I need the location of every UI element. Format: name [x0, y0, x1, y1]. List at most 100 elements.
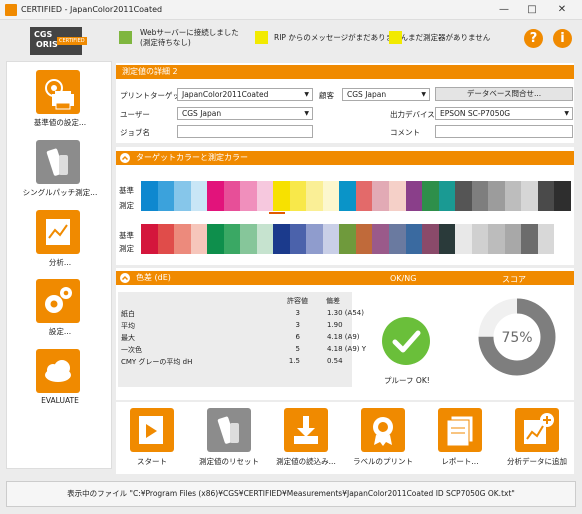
- color-patch[interactable]: [240, 224, 257, 254]
- add-analysis-icon: [515, 408, 559, 452]
- color-patch[interactable]: [405, 224, 423, 254]
- color-patch[interactable]: [422, 224, 439, 254]
- web-status-text: Webサーバーに接続しました (測定待ちなし): [140, 28, 239, 47]
- measured-label-1: 測定: [119, 201, 134, 210]
- proof-ok-text: プルーフ OK!: [384, 376, 430, 385]
- color-patch[interactable]: [157, 181, 175, 211]
- color-patch[interactable]: [174, 181, 191, 211]
- delta-row-label: 紙白: [121, 310, 135, 318]
- database-query-button[interactable]: データベース問合せ...: [435, 87, 573, 101]
- color-patch[interactable]: [273, 181, 290, 211]
- color-patch[interactable]: [372, 181, 389, 211]
- color-patch[interactable]: [339, 224, 356, 254]
- color-patch[interactable]: [554, 224, 571, 254]
- color-patch[interactable]: [537, 181, 555, 211]
- color-patch[interactable]: [256, 181, 274, 211]
- color-patch[interactable]: [141, 224, 158, 254]
- color-patch[interactable]: [240, 181, 257, 211]
- sidebar-item-single-patch[interactable]: シングルパッチ測定...: [7, 140, 113, 200]
- action-button[interactable]: [361, 408, 409, 452]
- color-patch[interactable]: [207, 181, 224, 211]
- print-target-select[interactable]: JapanColor2011Coated ▼: [177, 88, 313, 101]
- delta-row-tolerance: 3: [295, 321, 300, 329]
- color-patch[interactable]: [455, 224, 472, 254]
- color-patch[interactable]: [355, 181, 373, 211]
- delta-table: [118, 292, 352, 387]
- customer-select[interactable]: CGS Japan ▼: [342, 88, 430, 101]
- color-patch[interactable]: [322, 181, 340, 211]
- sidebar-item-analysis[interactable]: 分析...: [7, 210, 113, 270]
- color-patch[interactable]: [521, 181, 538, 211]
- color-patch[interactable]: [223, 224, 241, 254]
- color-patch[interactable]: [422, 181, 439, 211]
- color-patch[interactable]: [488, 181, 505, 211]
- color-patch[interactable]: [488, 224, 505, 254]
- color-patch[interactable]: [438, 224, 456, 254]
- color-patch[interactable]: [339, 181, 356, 211]
- color-patch[interactable]: [190, 224, 208, 254]
- delta-row-deviation: 1.90: [327, 321, 343, 329]
- color-patch[interactable]: [388, 224, 406, 254]
- color-patch[interactable]: [174, 224, 191, 254]
- action-button[interactable]: [207, 408, 255, 452]
- color-patch[interactable]: [289, 181, 307, 211]
- color-patch[interactable]: [306, 181, 323, 211]
- score-text: 75%: [501, 330, 532, 346]
- rip-status-indicator: [255, 31, 268, 44]
- action-button[interactable]: [438, 408, 486, 452]
- score-header: スコア: [502, 275, 526, 284]
- color-patch[interactable]: [537, 224, 555, 254]
- web-status-indicator: [119, 31, 132, 44]
- color-patch[interactable]: [471, 181, 489, 211]
- user-select[interactable]: CGS Japan ▼: [177, 107, 313, 120]
- delta-row-label: 最大: [121, 334, 135, 342]
- color-patch[interactable]: [521, 224, 538, 254]
- ok-check-icon: [382, 317, 430, 365]
- close-icon[interactable]: ✕: [555, 3, 569, 17]
- color-patch[interactable]: [141, 181, 158, 211]
- measured-label-2: 測定: [119, 244, 134, 253]
- color-patch[interactable]: [438, 181, 456, 211]
- score-gauge: 75%: [478, 298, 556, 376]
- output-device-select[interactable]: EPSON SC-P7050G ▼: [435, 107, 573, 120]
- action-button[interactable]: [515, 408, 563, 452]
- color-patch[interactable]: [388, 181, 406, 211]
- color-patch[interactable]: [471, 224, 489, 254]
- help-button[interactable]: ?: [524, 29, 543, 48]
- color-patch[interactable]: [157, 224, 175, 254]
- action-button-label: レポート...: [441, 457, 479, 466]
- sidebar-item-reference[interactable]: 基準値の設定...: [7, 70, 113, 130]
- color-patch[interactable]: [207, 224, 224, 254]
- collapse-icon[interactable]: [119, 152, 131, 164]
- info-button[interactable]: i: [553, 29, 572, 48]
- minimize-icon[interactable]: —: [497, 3, 511, 17]
- action-button[interactable]: [284, 408, 332, 452]
- color-patch[interactable]: [455, 181, 472, 211]
- color-patch[interactable]: [554, 181, 571, 211]
- delta-row-tolerance: 1.5: [288, 357, 300, 365]
- color-patch[interactable]: [289, 224, 307, 254]
- color-patch[interactable]: [322, 224, 340, 254]
- color-patch[interactable]: [504, 224, 522, 254]
- color-patch[interactable]: [273, 224, 290, 254]
- color-patch[interactable]: [372, 224, 389, 254]
- sidebar-item-evaluate[interactable]: EVALUATE: [7, 349, 113, 409]
- color-patch[interactable]: [355, 224, 373, 254]
- collapse-icon[interactable]: [119, 272, 131, 284]
- action-button[interactable]: [130, 408, 178, 452]
- selected-patch-marker: [269, 212, 285, 214]
- sidebar-item-label: 設定...: [48, 327, 72, 336]
- color-patch[interactable]: [223, 181, 241, 211]
- action-button-label: 測定値のリセット: [199, 457, 259, 466]
- delta-row-label: 平均: [121, 322, 135, 330]
- color-swatch-row-1: [141, 181, 571, 211]
- color-patch[interactable]: [306, 224, 323, 254]
- sidebar-item-settings[interactable]: 設定...: [7, 279, 113, 339]
- color-patch[interactable]: [405, 181, 423, 211]
- color-patch[interactable]: [504, 181, 522, 211]
- color-patch[interactable]: [256, 224, 274, 254]
- maximize-icon[interactable]: □: [525, 3, 539, 17]
- job-name-input[interactable]: [177, 125, 313, 138]
- color-patch[interactable]: [190, 181, 208, 211]
- comment-input[interactable]: [435, 125, 573, 138]
